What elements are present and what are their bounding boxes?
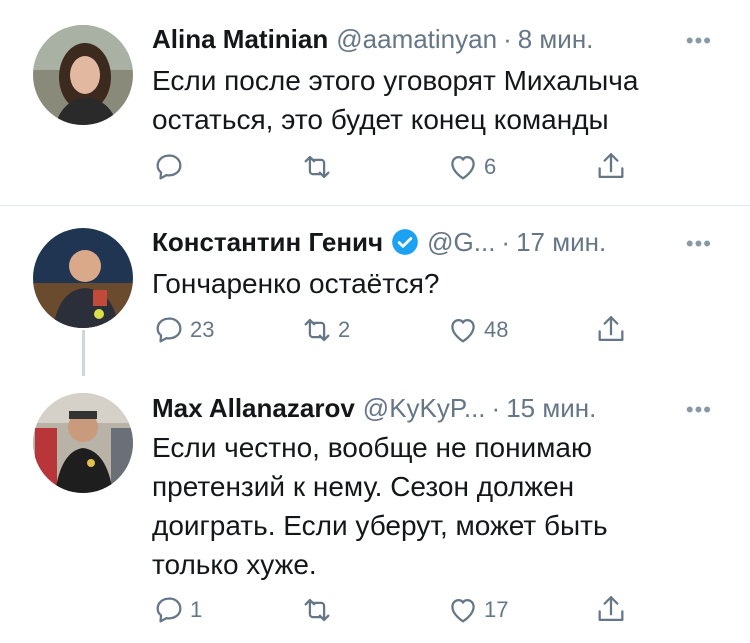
reply-icon bbox=[156, 317, 182, 343]
retweet-icon bbox=[304, 318, 330, 342]
reply-button[interactable]: 23 bbox=[152, 313, 214, 347]
author-name[interactable]: Max Allanazarov bbox=[152, 393, 355, 424]
retweet-button[interactable]: 2 bbox=[300, 313, 350, 347]
author-handle[interactable]: @KyKyP... bbox=[363, 393, 486, 424]
like-button[interactable]: 17 bbox=[446, 593, 508, 627]
reply-button[interactable] bbox=[152, 150, 190, 184]
more-options-icon[interactable]: ••• bbox=[686, 28, 712, 54]
avatar[interactable] bbox=[33, 228, 133, 328]
tweet-text: Если честно, вообще не понимаю претензий… bbox=[152, 432, 608, 580]
more-options-icon[interactable]: ••• bbox=[686, 397, 712, 423]
separator-dot: · bbox=[503, 23, 512, 54]
tweet-header: Константин Генич @G... · 17 мин. bbox=[152, 225, 720, 259]
like-count: 48 bbox=[484, 317, 509, 342]
like-count: 6 bbox=[484, 154, 497, 179]
author-handle[interactable]: @aamatinyan bbox=[336, 24, 497, 55]
tweet-actions: 23 2 48 bbox=[152, 313, 632, 349]
retweet-icon bbox=[304, 598, 330, 622]
reply-count: 23 bbox=[190, 317, 215, 342]
avatar[interactable] bbox=[33, 393, 133, 493]
timestamp[interactable]: 15 мин. bbox=[506, 393, 596, 424]
heart-icon bbox=[451, 598, 475, 623]
author-handle[interactable]: @G... bbox=[427, 227, 495, 258]
share-button[interactable] bbox=[594, 150, 628, 184]
author-name[interactable]: Alina Matinian bbox=[152, 24, 328, 55]
avatar[interactable] bbox=[33, 25, 133, 125]
like-button[interactable]: 48 bbox=[446, 313, 508, 347]
more-options-icon[interactable]: ••• bbox=[686, 231, 712, 257]
heart-icon bbox=[451, 155, 475, 180]
reply-icon bbox=[156, 597, 182, 623]
tweet-2[interactable]: Константин Генич @G... · 17 мин. ••• Гон… bbox=[0, 206, 750, 376]
reply-count: 1 bbox=[190, 597, 203, 622]
share-icon bbox=[598, 316, 624, 342]
separator-dot: · bbox=[491, 392, 501, 423]
verified-badge-icon bbox=[392, 229, 418, 255]
retweet-button[interactable] bbox=[300, 593, 338, 627]
tweet-3[interactable]: Max Allanazarov @KyKyP... · 15 мин. ••• … bbox=[0, 376, 750, 643]
tweet-header: Alina Matinian @aamatinyan · 8 мин. bbox=[152, 22, 720, 56]
tweet-text: Если после этого уговорят Михалыча остат… bbox=[152, 65, 639, 135]
like-button[interactable]: 6 bbox=[446, 150, 496, 184]
tweet-text: Гончаренко остаётся? bbox=[152, 268, 440, 299]
timestamp[interactable]: 8 мин. bbox=[518, 24, 594, 55]
retweet-icon bbox=[304, 155, 330, 179]
author-name[interactable]: Константин Генич bbox=[152, 227, 383, 258]
reply-button[interactable]: 1 bbox=[152, 593, 202, 627]
share-button[interactable] bbox=[594, 313, 628, 347]
separator-dot: · bbox=[501, 226, 511, 257]
like-count: 17 bbox=[484, 597, 509, 622]
timestamp[interactable]: 17 мин. bbox=[516, 227, 606, 258]
reply-icon bbox=[156, 154, 182, 180]
thread-line bbox=[82, 330, 85, 376]
share-icon bbox=[598, 596, 624, 622]
retweet-button[interactable] bbox=[300, 150, 338, 184]
retweet-count: 2 bbox=[338, 317, 351, 342]
tweet-actions: 6 bbox=[152, 150, 632, 186]
tweet-1[interactable]: Alina Matinian @aamatinyan · 8 мин. ••• … bbox=[0, 0, 750, 205]
share-icon bbox=[598, 153, 624, 179]
tweet-actions: 1 17 bbox=[152, 593, 632, 629]
tweet-header: Max Allanazarov @KyKyP... · 15 мин. bbox=[152, 391, 720, 425]
heart-icon bbox=[451, 318, 475, 343]
share-button[interactable] bbox=[594, 593, 628, 627]
